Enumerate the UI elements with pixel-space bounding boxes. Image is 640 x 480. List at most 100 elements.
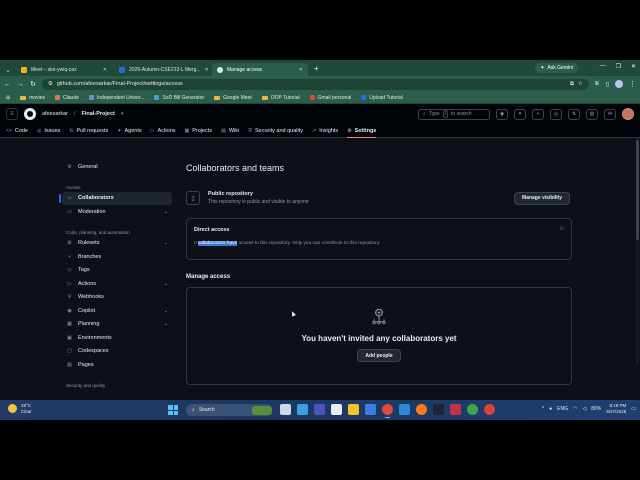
user-avatar[interactable] <box>622 108 634 120</box>
repo-link[interactable]: Final-Project <box>82 111 115 117</box>
bookmark-star-icon[interactable]: ☆ <box>578 81 583 87</box>
sidebar-item-general[interactable]: ⚙ General <box>62 160 172 174</box>
wifi-icon[interactable]: ◠ <box>573 406 577 412</box>
bookmark-claude[interactable]: Claude <box>55 95 79 101</box>
close-tab-icon[interactable]: ✕ <box>103 67 107 73</box>
tab-code[interactable]: <> Code <box>6 124 28 138</box>
close-tab-icon[interactable]: ✕ <box>299 67 303 73</box>
start-icon[interactable] <box>168 405 178 415</box>
firefox-icon[interactable] <box>416 404 427 415</box>
tab-insights[interactable]: ↗ Insights <box>312 124 338 138</box>
task-view-icon[interactable] <box>280 404 291 415</box>
new-tab-icon[interactable]: + <box>310 64 323 73</box>
widgets-icon[interactable] <box>297 404 308 415</box>
repo-switch-chevron-icon[interactable]: ▾ <box>121 111 124 117</box>
weather-widget[interactable]: 28°C Clear <box>8 403 32 414</box>
chrome-icon[interactable] <box>382 404 393 418</box>
bookmark-google-meet[interactable]: Google Meet <box>214 95 252 101</box>
sidebar-item-actions[interactable]: ▷ Actions ⌄ <box>62 277 172 291</box>
calendar-icon[interactable] <box>331 404 342 415</box>
chrome-alt-icon[interactable] <box>484 404 495 415</box>
sidebar-item-branches[interactable]: ⑂ Branches <box>62 250 172 264</box>
maximize-icon[interactable]: ❐ <box>616 63 621 70</box>
close-window-icon[interactable]: ✕ <box>631 63 636 70</box>
inbox-icon[interactable]: ✉ <box>604 108 616 120</box>
bookmark-gmail[interactable]: Gmail personal <box>309 95 351 101</box>
tab-agents[interactable]: ✦ Agents <box>117 124 141 138</box>
ask-gemini-button[interactable]: ✦ Ask Gemini <box>535 63 578 73</box>
tray-app-icon[interactable]: ● <box>549 406 552 412</box>
address-bar[interactable]: ⚙ github.com/afeesarkar/Final-Project/se… <box>41 78 589 90</box>
copilot-dropdown-icon[interactable]: ▾ <box>514 108 526 120</box>
sidebar-item-rulesets[interactable]: ⊞ Rulesets ⌄ <box>62 237 172 251</box>
page-scrollbar[interactable] <box>636 138 639 364</box>
sidebar-item-tags[interactable]: ◇ Tags <box>62 264 172 278</box>
store-icon[interactable] <box>365 404 376 415</box>
github-logo-icon[interactable] <box>24 108 36 120</box>
app-icon[interactable] <box>450 404 461 415</box>
bookmark-upload-tutorial[interactable]: Upload Tutorial <box>361 95 403 101</box>
terminal-icon[interactable] <box>433 404 444 415</box>
browser-tab-meet[interactable]: Meet – ske-ywiq-caz ✕ <box>16 63 112 76</box>
tab-issues[interactable]: ◎ Issues <box>37 124 60 138</box>
clock[interactable]: 8:18 PM 9/27/2026 <box>606 403 626 415</box>
browser-tab-merge[interactable]: 2026-Autumn-CSE213-L Merg... ✕ <box>114 63 210 76</box>
tab-actions[interactable]: ▷ Actions <box>151 124 176 138</box>
github-search-input[interactable]: ⌕ Type / to search <box>418 108 490 120</box>
manage-visibility-button[interactable]: Manage visibility <box>513 191 570 205</box>
tab-pull-requests[interactable]: ⇅ Pull requests <box>69 124 108 138</box>
forward-icon[interactable]: → <box>17 81 24 88</box>
apps-icon[interactable]: ⊞ <box>6 95 10 101</box>
tab-projects[interactable]: ▦ Projects <box>185 124 213 138</box>
install-icon[interactable]: ⧉ <box>570 81 574 88</box>
repositories-icon[interactable]: ▤ <box>586 108 598 120</box>
add-people-button[interactable]: Add people <box>357 349 401 362</box>
notifications-icon[interactable]: ▭ <box>631 406 636 412</box>
sidebar-item-copilot[interactable]: ◉ Copilot ⌄ <box>62 304 172 318</box>
bookmark-sod-bill[interactable]: SoD Bill Generator <box>154 95 204 101</box>
tab-search-icon[interactable]: ⌄ <box>2 64 14 76</box>
bookmark-movies[interactable]: movies <box>20 95 45 101</box>
battery-level[interactable]: 80% <box>591 406 601 412</box>
browser-tab-manage-access[interactable]: Manage access ✕ <box>212 63 308 76</box>
sidepanel-icon[interactable]: ▯ <box>606 81 609 88</box>
sidebar-item-environments[interactable]: ▣ Environments <box>62 331 172 345</box>
site-info-icon[interactable]: ⚙ <box>48 81 53 87</box>
sidebar-item-label: Planning <box>78 321 100 328</box>
file-explorer-icon[interactable] <box>348 404 359 415</box>
chrome-menu-icon[interactable]: ⋮ <box>629 80 636 88</box>
chevron-up-icon[interactable]: ^ <box>542 406 544 412</box>
drive-icon <box>361 95 367 100</box>
reload-icon[interactable]: ↻ <box>30 80 36 88</box>
profile-avatar[interactable] <box>615 80 623 88</box>
pull-requests-icon[interactable]: ⇅ <box>568 108 580 120</box>
issues-icon[interactable]: ◎ <box>550 108 562 120</box>
sidebar-item-pages[interactable]: ▤ Pages <box>62 358 172 372</box>
copilot-icon[interactable]: ◉ <box>496 108 508 120</box>
tab-wiki[interactable]: ▤ Wiki <box>221 124 239 138</box>
sidebar-item-collaborators[interactable]: ☺ Collaborators <box>59 191 172 205</box>
empty-state-title: You haven't invited any collaborators ye… <box>301 334 457 343</box>
sidebar-item-planning[interactable]: ▦ Planning ⌄ <box>62 318 172 332</box>
volume-icon[interactable]: ◁ <box>582 406 586 412</box>
tab-settings[interactable]: ⚙ Settings <box>347 124 377 138</box>
back-icon[interactable]: ← <box>4 81 11 88</box>
sidebar-item-codespaces[interactable]: ▢ Codespaces <box>62 345 172 359</box>
menu-icon[interactable]: ≡ <box>6 108 18 120</box>
minimize-icon[interactable]: — <box>600 63 606 70</box>
create-new-icon[interactable]: + <box>532 108 544 120</box>
chrome-profile-icon[interactable] <box>467 404 478 415</box>
tab-security[interactable]: ⛨ Security and quality <box>248 124 303 138</box>
sidebar-item-webhooks[interactable]: ⚲ Webhooks <box>62 291 172 305</box>
language-indicator[interactable]: ENG <box>557 406 568 412</box>
vscode-icon[interactable] <box>399 404 410 415</box>
scrollbar-thumb[interactable] <box>636 140 639 240</box>
owner-link[interactable]: afeesarkar <box>42 111 68 117</box>
extensions-icon[interactable]: ⧈ <box>595 81 599 88</box>
close-tab-icon[interactable]: ✕ <box>205 67 209 73</box>
teams-icon[interactable] <box>314 404 325 415</box>
bookmark-oop-tutorial[interactable]: OOP Tutorial <box>261 95 300 101</box>
bookmark-independent-univer[interactable]: Independent Univer... <box>88 95 144 101</box>
taskbar-search[interactable]: ⌕ Search <box>186 404 272 416</box>
sidebar-item-moderation[interactable]: ▭ Moderation ⌄ <box>62 205 172 219</box>
